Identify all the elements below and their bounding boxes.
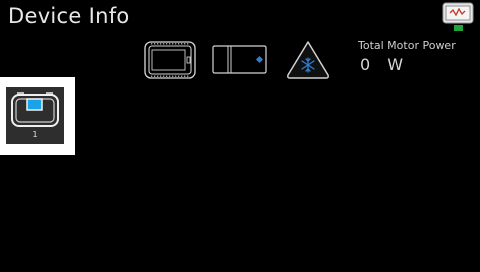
total-motor-power-value: 0 W bbox=[360, 55, 404, 74]
field-control-button[interactable] bbox=[286, 40, 330, 80]
power-number: 0 bbox=[360, 55, 372, 74]
device-port-number: 1 bbox=[32, 130, 38, 139]
brain-status-button[interactable] bbox=[442, 2, 474, 32]
device-tile-port-1[interactable]: 1 bbox=[0, 77, 75, 155]
page-title: Device Info bbox=[8, 4, 130, 28]
controller-icon bbox=[212, 45, 267, 74]
battery-device-icon bbox=[11, 92, 59, 127]
controller-button[interactable] bbox=[212, 45, 267, 74]
brain-status-icon bbox=[442, 2, 474, 31]
total-motor-power-label: Total Motor Power bbox=[358, 39, 456, 52]
device-tile-inner: 1 bbox=[6, 87, 64, 144]
field-control-icon bbox=[287, 41, 329, 79]
brain-button[interactable] bbox=[144, 41, 196, 79]
brain-icon bbox=[144, 41, 196, 79]
power-unit: W bbox=[387, 55, 405, 74]
